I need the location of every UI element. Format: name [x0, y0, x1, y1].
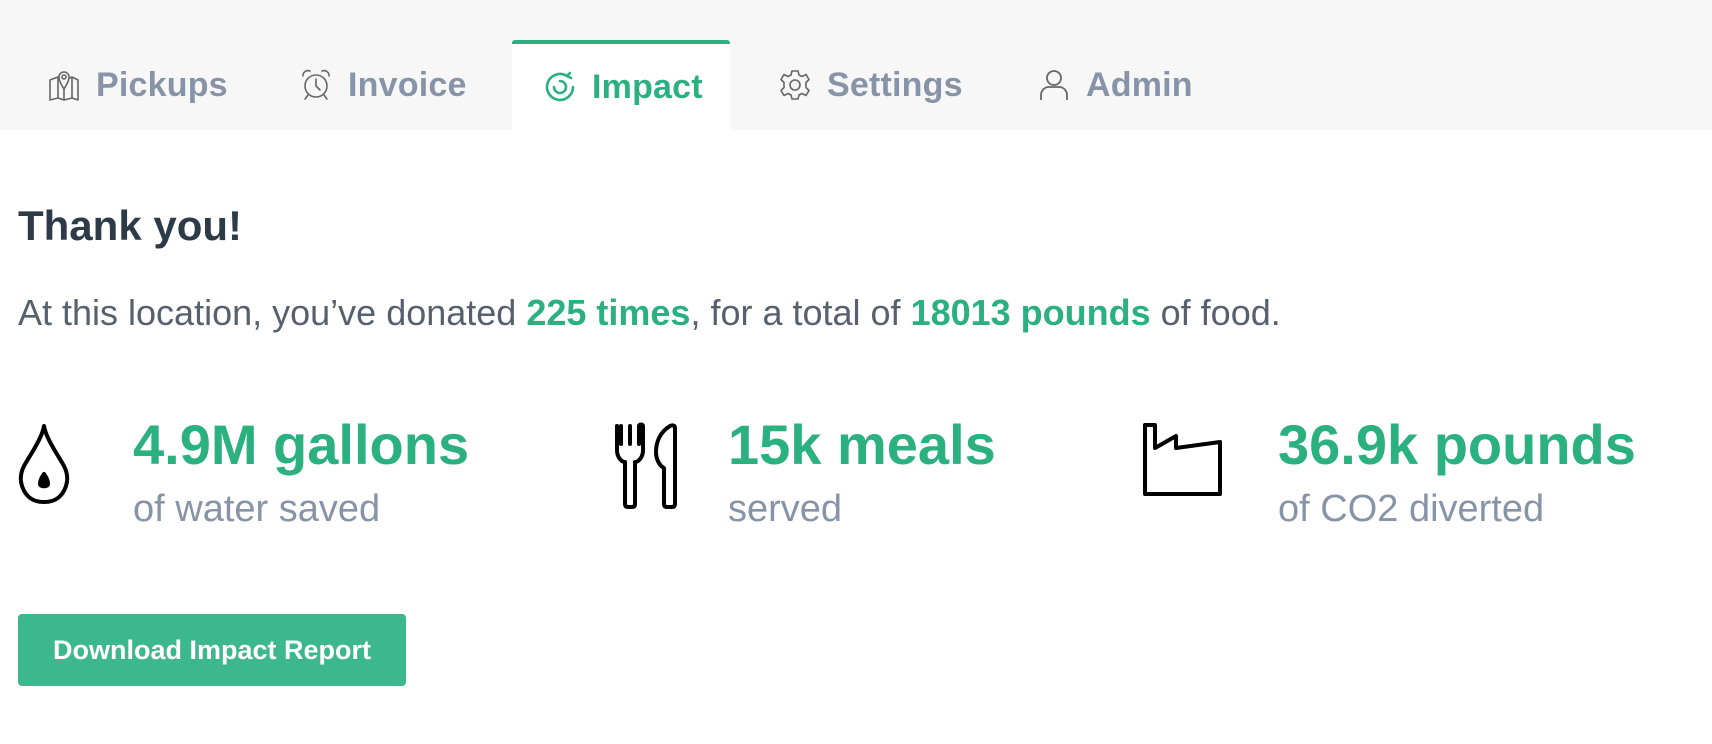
- stat-meals-caption: served: [728, 488, 843, 530]
- stat-co2-caption: of CO2 diverted: [1278, 488, 1545, 530]
- tab-pickups[interactable]: Pickups: [46, 40, 228, 130]
- tab-settings[interactable]: Settings: [777, 40, 963, 130]
- tab-invoice[interactable]: Invoice: [298, 40, 467, 130]
- factory-icon: [1142, 422, 1222, 512]
- tab-admin[interactable]: Admin: [1036, 40, 1193, 130]
- gear-icon: [777, 67, 813, 103]
- summary-suffix: of food.: [1150, 292, 1281, 333]
- donation-summary: At this location, you’ve donated 225 tim…: [18, 292, 1281, 334]
- refresh-circle-icon: [542, 69, 578, 105]
- tab-admin-label: Admin: [1086, 65, 1193, 104]
- water-drop-icon: [18, 422, 98, 512]
- tab-impact[interactable]: Impact: [512, 40, 730, 130]
- stat-co2-value: 36.9k pounds: [1278, 413, 1636, 476]
- download-impact-report-button[interactable]: Download Impact Report: [18, 614, 406, 686]
- fork-knife-icon: [614, 422, 694, 512]
- tab-invoice-label: Invoice: [348, 65, 467, 104]
- stat-water-caption: of water saved: [133, 488, 381, 530]
- alarm-clock-icon: [298, 67, 334, 103]
- total-pounds: 18013 pounds: [910, 292, 1151, 333]
- tab-impact-label: Impact: [592, 67, 703, 106]
- stat-meals-value: 15k meals: [728, 413, 996, 476]
- top-navigation: Pickups Invoice Impact Settings Admin: [0, 0, 1712, 130]
- page-title: Thank you!: [18, 202, 243, 249]
- user-icon: [1036, 67, 1072, 103]
- summary-middle: , for a total of: [690, 292, 911, 333]
- map-pin-icon: [46, 67, 82, 103]
- stat-water-value: 4.9M gallons: [133, 413, 470, 476]
- summary-prefix: At this location, you’ve donated: [18, 292, 527, 333]
- tab-settings-label: Settings: [827, 65, 963, 104]
- tab-pickups-label: Pickups: [96, 65, 228, 104]
- donation-count: 225 times: [526, 292, 691, 333]
